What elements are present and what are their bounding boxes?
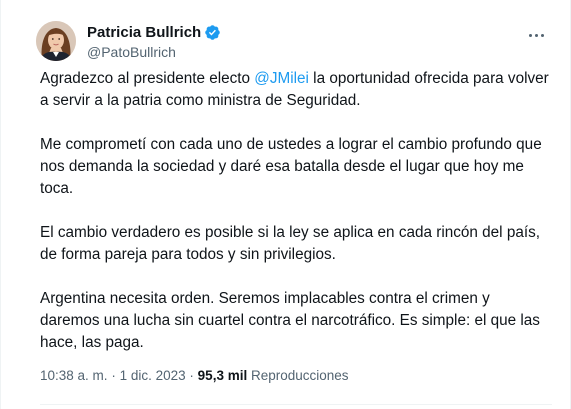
- dot: [540, 33, 544, 37]
- tweet-time: 10:38 a. m.: [40, 368, 108, 383]
- avatar[interactable]: [36, 21, 76, 61]
- name-row: Patricia Bullrich: [87, 22, 221, 42]
- tweet-card: Patricia Bullrich @PatoBullrich Agradezc…: [0, 0, 571, 409]
- mention-link[interactable]: @JMilei: [254, 70, 309, 87]
- meta-separator: ·: [189, 368, 194, 383]
- views-label: Reproducciones: [250, 368, 349, 383]
- tweet-text: Agradezco al presidente electo @JMilei l…: [40, 68, 550, 354]
- views-count: 95,3 mil: [197, 368, 248, 383]
- dot: [534, 33, 538, 37]
- author-block: Patricia Bullrich @PatoBullrich: [87, 22, 221, 60]
- tweet-meta: 10:38 a. m. · 1 dic. 2023 · 95,3 mil Rep…: [40, 368, 349, 383]
- verified-badge-icon[interactable]: [204, 24, 221, 41]
- tweet-paragraph-2: Me comprometí con cada uno de ustedes a …: [40, 136, 542, 197]
- tweet-header: Patricia Bullrich @PatoBullrich: [36, 19, 221, 63]
- tweet-timestamp[interactable]: 10:38 a. m. · 1 dic. 2023: [40, 368, 186, 383]
- tweet-paragraph-3: El cambio verdadero es posible si la ley…: [40, 224, 540, 263]
- views-link[interactable]: 95,3 mil Reproducciones: [198, 368, 349, 383]
- divider: [40, 404, 552, 405]
- tweet-paragraph-4: Argentina necesita orden. Seremos implac…: [40, 290, 540, 351]
- tweet-text-segment: Agradezco al presidente electo: [40, 70, 255, 87]
- dot: [528, 33, 532, 37]
- author-display-name[interactable]: Patricia Bullrich: [87, 24, 201, 41]
- more-options-icon[interactable]: [526, 27, 546, 43]
- author-handle[interactable]: @PatoBullrich: [87, 44, 221, 60]
- tweet-date: 1 dic. 2023: [119, 368, 186, 383]
- tweet-paragraph-1: Agradezco al presidente electo @JMilei l…: [40, 68, 550, 112]
- meta-separator: ·: [111, 368, 116, 383]
